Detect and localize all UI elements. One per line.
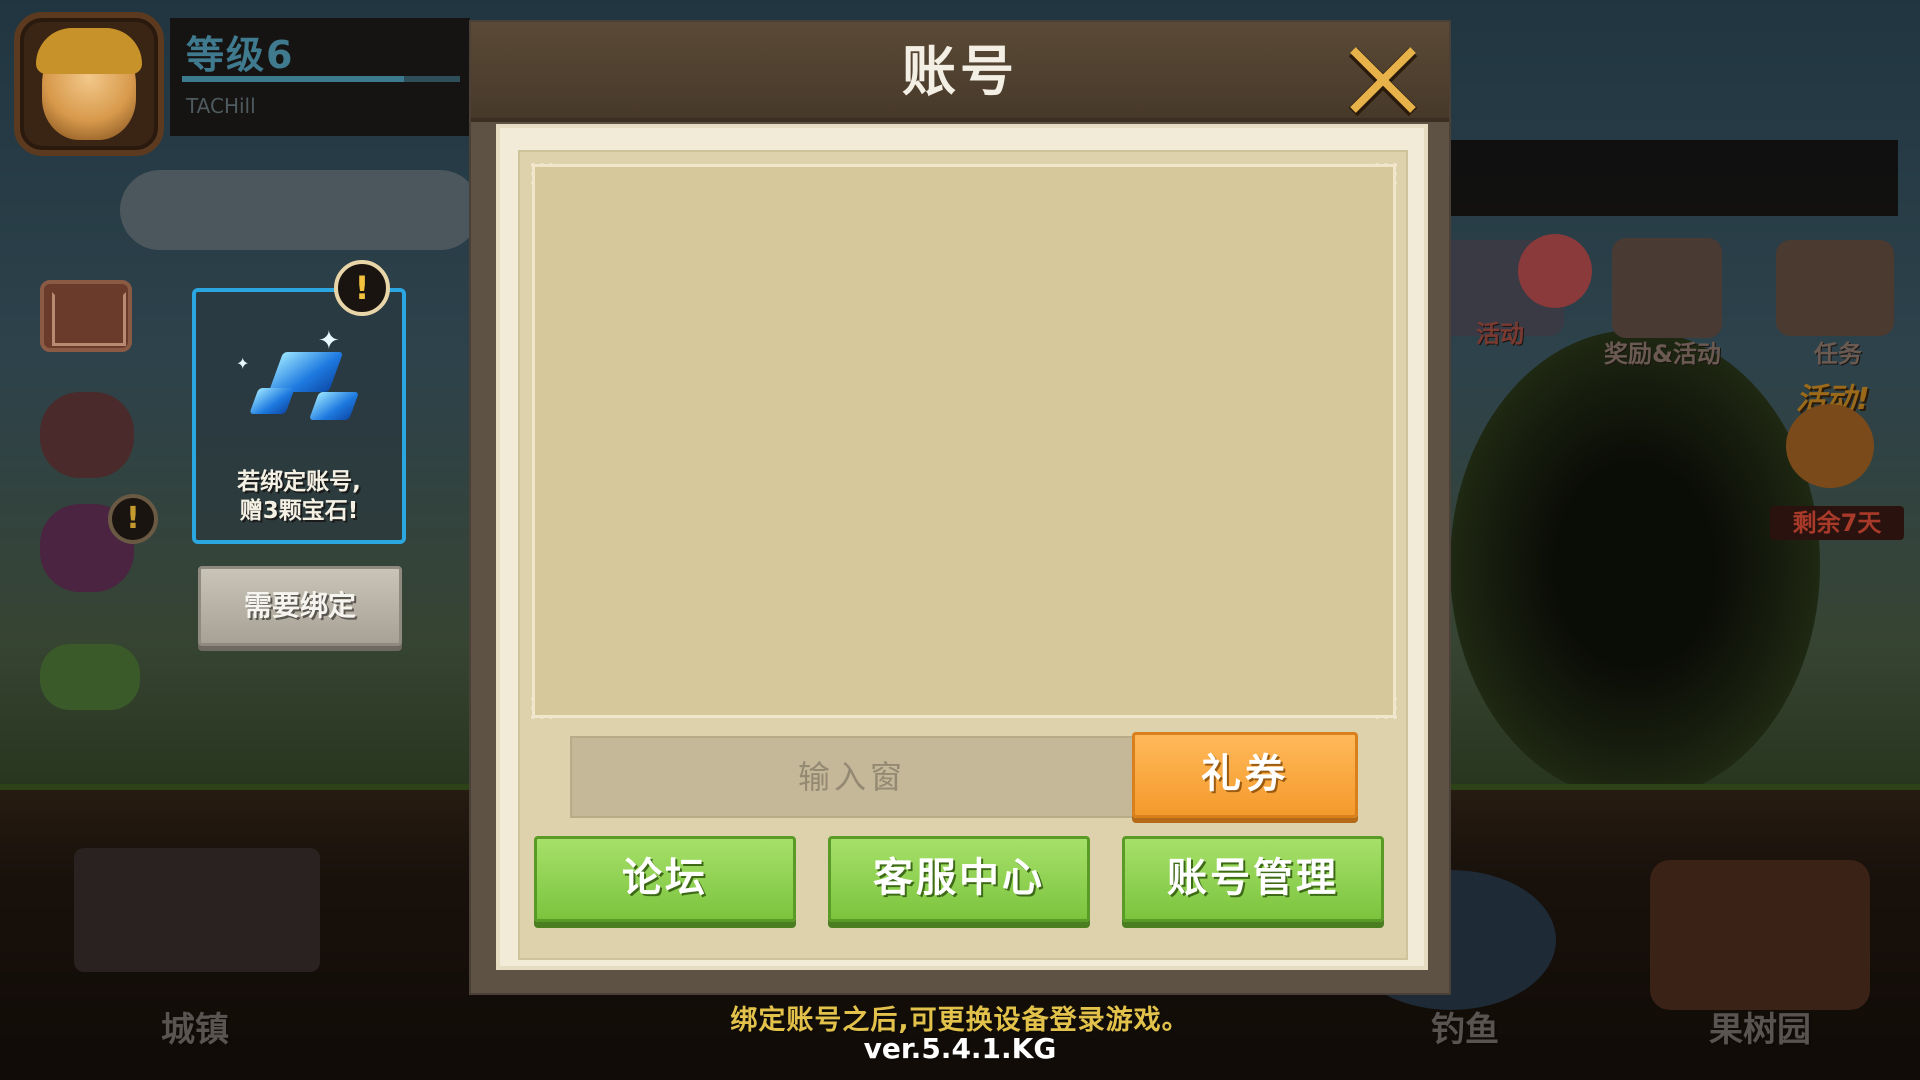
calendar-icon[interactable] xyxy=(1612,238,1722,338)
account-modal: 账号 输入窗 礼券 论坛 客服中心 账号管理 xyxy=(469,20,1451,995)
modal-body: 输入窗 礼券 论坛 客服中心 账号管理 xyxy=(496,124,1428,970)
coupon-code-input[interactable]: 输入窗 xyxy=(570,736,1134,818)
corner-ornament xyxy=(1375,163,1397,185)
avatar-hair xyxy=(36,28,142,74)
town-icon[interactable] xyxy=(74,848,320,972)
content-area: 输入窗 礼券 论坛 客服中心 账号管理 xyxy=(518,150,1408,960)
corner-ornament xyxy=(1375,697,1397,719)
gem-icon xyxy=(268,352,344,392)
gamepad-icon[interactable] xyxy=(40,644,140,710)
player-avatar[interactable] xyxy=(14,12,164,156)
quest-label: 任务 xyxy=(1814,340,1862,368)
modal-title: 账号 xyxy=(902,40,1018,103)
exp-bar xyxy=(182,76,460,82)
orchard-icon[interactable] xyxy=(1650,860,1870,1010)
exp-bar-fill xyxy=(182,76,405,82)
reward-event-label: 奖励&活动 xyxy=(1604,340,1721,368)
sparkle-icon: ✦ xyxy=(236,354,250,373)
need-bind-button[interactable]: 需要绑定 xyxy=(198,566,402,646)
mail-icon[interactable] xyxy=(40,280,132,352)
bind-reward-line1: 若绑定账号, xyxy=(237,469,361,495)
bind-reward-text: 若绑定账号, 赠3颗宝石! xyxy=(196,468,402,526)
chat-icon[interactable] xyxy=(40,392,134,478)
bind-reward-line2: 赠3颗宝石! xyxy=(239,498,359,524)
book-alert-icon: ! xyxy=(108,494,158,544)
account-management-button[interactable]: 账号管理 xyxy=(1122,836,1384,922)
customer-service-button[interactable]: 客服中心 xyxy=(828,836,1090,922)
corner-ornament xyxy=(531,163,553,185)
event-label: 活动 xyxy=(1476,320,1524,348)
forum-button[interactable]: 论坛 xyxy=(534,836,796,922)
remaining-days-badge: 剩余7天 xyxy=(1770,506,1904,540)
top-right-bar xyxy=(1440,140,1898,216)
bind-reward-card[interactable]: ✦ ✦ 若绑定账号, 赠3颗宝石! xyxy=(192,288,406,544)
quest-board-icon[interactable] xyxy=(1776,240,1894,336)
gift-icon[interactable] xyxy=(1518,234,1592,308)
corner-ornament xyxy=(531,697,553,719)
card-alert-icon: ! xyxy=(334,260,390,316)
info-text-panel xyxy=(531,163,1397,719)
close-icon[interactable] xyxy=(1343,40,1423,120)
player-name: TACHill xyxy=(186,94,256,118)
player-level: 等级6 xyxy=(186,33,295,77)
sparkle-icon: ✦ xyxy=(318,326,340,356)
version-text: ver.5.4.1.KG xyxy=(863,1032,1057,1065)
gem-icon xyxy=(249,388,295,414)
treasure-icon[interactable] xyxy=(1786,404,1874,488)
coupon-button[interactable]: 礼券 xyxy=(1132,732,1358,818)
gem-icon xyxy=(308,392,360,420)
